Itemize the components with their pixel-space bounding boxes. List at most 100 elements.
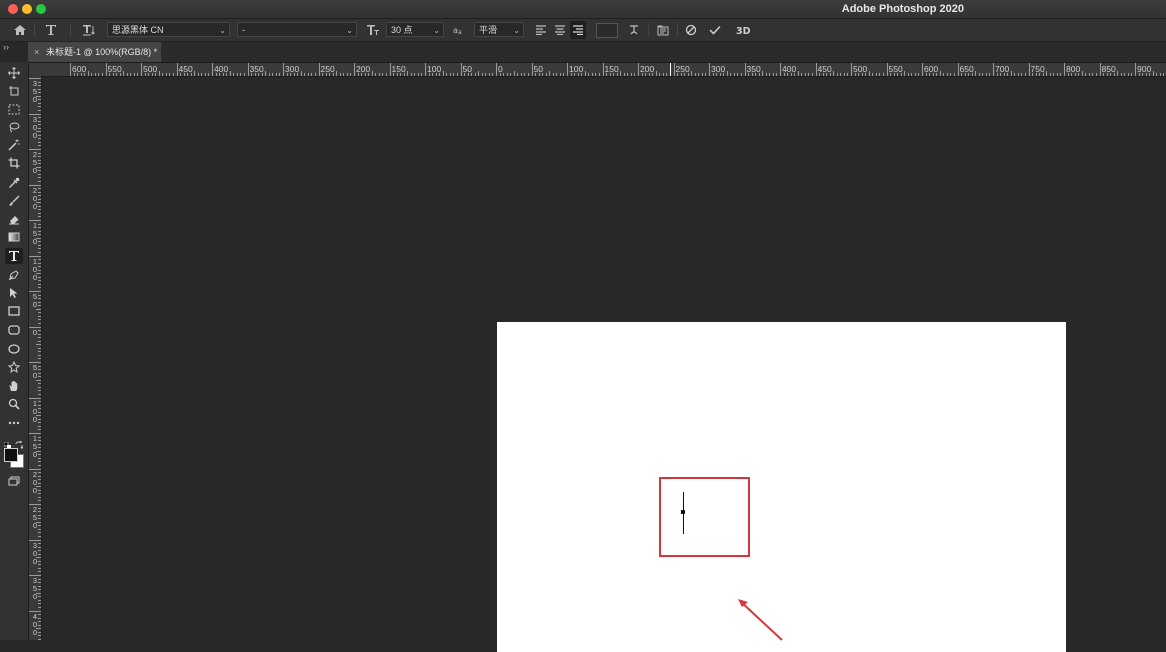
ruler-tick [943, 73, 945, 76]
ruler-tick [659, 73, 661, 76]
ruler-tick [212, 63, 213, 76]
ruler-tick [38, 511, 41, 513]
close-window-button[interactable] [8, 4, 18, 14]
type-tool-icon[interactable] [5, 248, 23, 264]
ruler-tick [38, 436, 41, 438]
align-left-icon[interactable] [533, 21, 549, 39]
ruler-tick [346, 73, 348, 76]
ruler-tick [833, 71, 835, 76]
ruler-tick [985, 73, 987, 76]
font-size-icon [364, 21, 382, 39]
magic-wand-icon[interactable] [5, 137, 23, 153]
hand-tool-icon[interactable] [5, 378, 23, 394]
ruler-tick [29, 397, 41, 399]
commit-icon[interactable] [707, 21, 723, 39]
ruler-tick [776, 73, 778, 76]
type-tool-icon[interactable] [41, 21, 61, 39]
ruler-tick [574, 73, 576, 76]
zoom-window-button[interactable] [36, 4, 46, 14]
align-center-icon[interactable] [552, 21, 568, 39]
ruler-tick [38, 99, 41, 101]
ruler-tick [38, 92, 41, 94]
character-panel-icon[interactable] [655, 21, 671, 39]
lasso-tool-icon[interactable] [5, 119, 23, 135]
ruler-tick [38, 447, 41, 449]
eyedropper-icon[interactable] [5, 175, 23, 191]
ruler-tick [425, 63, 426, 76]
text-color-swatch[interactable] [596, 23, 618, 38]
ruler-tick [361, 73, 363, 76]
warp-text-icon[interactable] [626, 21, 642, 39]
ruler-tick [449, 73, 451, 76]
ruler-tick [38, 500, 41, 502]
ruler-tick [520, 73, 522, 76]
cursor-position-marker [670, 63, 671, 76]
brush-tool-icon[interactable] [5, 193, 23, 209]
ruler-tick [861, 73, 863, 76]
ruler-tick [38, 404, 41, 406]
canvas-workspace[interactable] [42, 77, 1166, 652]
document-tab[interactable]: × 未标题-1 @ 100%(RGB/8) * [28, 42, 161, 62]
align-right-icon[interactable] [570, 21, 586, 39]
swap-colors-icon[interactable] [15, 436, 24, 450]
ruler-tick [417, 73, 419, 76]
font-style-select[interactable]: - ⌄ [237, 22, 357, 37]
panel-collapse-toggle[interactable]: ›› [3, 42, 9, 52]
rounded-rect-icon[interactable] [5, 322, 23, 338]
ruler-tick [38, 560, 41, 562]
custom-shape-icon[interactable] [5, 359, 23, 375]
ruler-tick [488, 73, 490, 76]
close-tab-icon[interactable]: × [34, 42, 39, 62]
ellipse-tool-icon[interactable] [5, 341, 23, 357]
antialias-select[interactable]: 平滑 ⌄ [474, 22, 524, 37]
eraser-tool-icon[interactable] [5, 211, 23, 227]
cancel-icon[interactable] [683, 21, 699, 39]
foreground-color-swatch[interactable] [4, 448, 18, 462]
ruler-tick [38, 241, 41, 243]
default-colors-icon[interactable] [3, 436, 11, 449]
font-family-select[interactable]: 思源黑体 CN ⌄ [107, 22, 230, 37]
ruler-tick [38, 322, 41, 324]
ruler-tick [261, 73, 263, 76]
vertical-ruler[interactable]: 3503002502001501005005010015020025030035… [29, 76, 42, 640]
3d-icon[interactable]: 3D [734, 21, 754, 39]
ruler-tick [946, 73, 948, 76]
ruler-origin[interactable] [29, 63, 43, 77]
ruler-tick [1095, 73, 1097, 76]
crop-tool-icon[interactable] [5, 155, 23, 171]
ruler-tick [29, 291, 41, 292]
ruler-tick [748, 73, 750, 76]
ruler-tick [38, 156, 41, 158]
ruler-tick [623, 73, 625, 76]
more-tools-icon[interactable] [5, 415, 23, 431]
move-tool-icon[interactable] [5, 65, 23, 81]
artboard-tool-icon[interactable] [5, 83, 23, 99]
ruler-tick [1014, 73, 1016, 76]
screen-mode-icon[interactable] [5, 473, 23, 489]
chevron-down-icon: ⌄ [219, 26, 226, 35]
pen-tool-icon[interactable] [5, 267, 23, 283]
zoom-tool-icon[interactable] [5, 396, 23, 412]
home-icon[interactable] [10, 21, 30, 39]
text-bounding-box-highlight[interactable] [659, 477, 750, 557]
ruler-tick [38, 464, 41, 466]
marquee-tool-icon[interactable] [5, 101, 23, 117]
path-selection-icon[interactable] [5, 285, 23, 301]
rectangle-tool-icon[interactable] [5, 303, 23, 319]
ruler-tick [38, 259, 41, 261]
svg-text:3D: 3D [736, 26, 751, 35]
horizontal-ruler[interactable]: 600 550 500 450 400 350 300 250 200 150 100 50 0 50 10… [42, 63, 1166, 77]
ruler-tick [38, 127, 41, 129]
ruler-tick [492, 73, 494, 76]
text-orientation-icon[interactable] [79, 21, 99, 39]
ruler-tick [38, 457, 41, 459]
ruler-tick [552, 73, 554, 76]
font-size-select[interactable]: 30 点 ⌄ [386, 22, 444, 37]
ruler-tick [701, 73, 703, 76]
ruler-tick [38, 340, 41, 342]
gradient-tool-icon[interactable] [5, 229, 23, 245]
ruler-tick [38, 347, 41, 349]
ruler-tick [581, 73, 583, 76]
ruler-tick [819, 73, 821, 76]
minimize-window-button[interactable] [22, 4, 32, 14]
